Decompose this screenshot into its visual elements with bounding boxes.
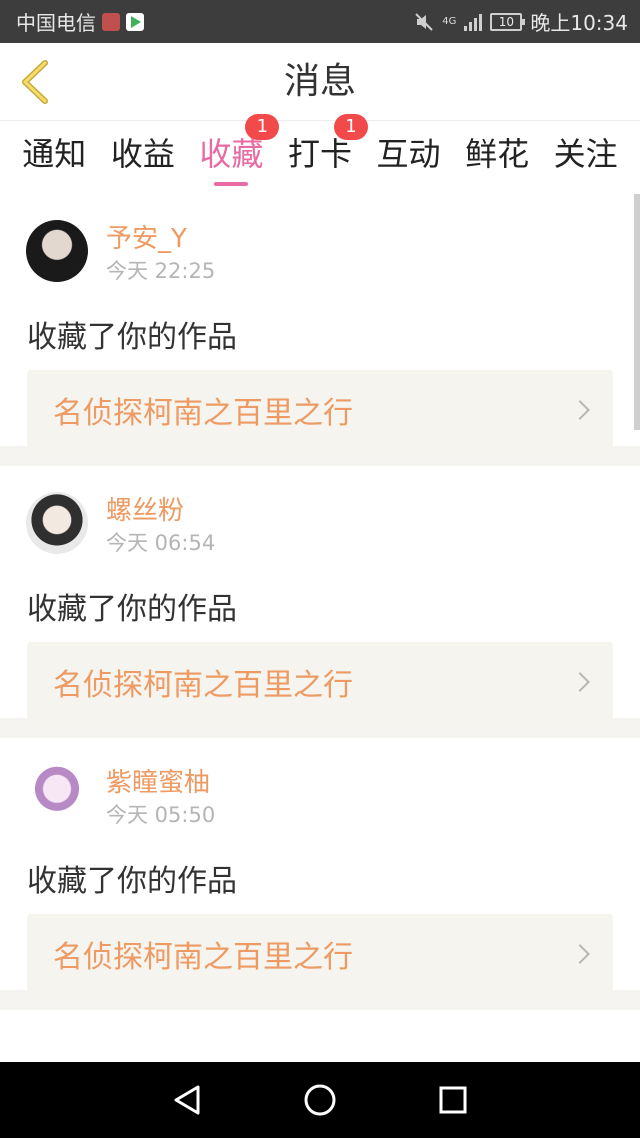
unread-badge: 1 bbox=[333, 114, 368, 140]
list-item: 予安_Y 今天 22:25 收藏了你的作品 名侦探柯南之百里之行 bbox=[0, 194, 640, 466]
active-tab-indicator bbox=[214, 182, 249, 186]
tab-label: 互动 bbox=[376, 135, 441, 173]
work-title: 名侦探柯南之百里之行 bbox=[53, 668, 353, 703]
page-title: 消息 bbox=[283, 61, 356, 102]
user-row: 螺丝粉 今天 06:54 bbox=[26, 492, 215, 558]
tab-label: 鲜花 bbox=[465, 135, 530, 173]
status-bar: 中国电信 4G 10 晚上10:34 bbox=[0, 0, 640, 43]
nav-recent-button[interactable] bbox=[433, 1080, 473, 1120]
app-notification-icon bbox=[102, 12, 120, 31]
work-link[interactable]: 名侦探柯南之百里之行 bbox=[27, 642, 613, 722]
tab-favorites[interactable]: 收藏 1 bbox=[193, 114, 280, 190]
battery-icon: 10 bbox=[490, 12, 526, 31]
message-tabs: 通知 收益 收藏 1 打卡 1 互动 鲜花 关注 bbox=[0, 114, 640, 190]
avatar[interactable] bbox=[26, 764, 88, 826]
timestamp: 今天 22:25 bbox=[106, 259, 216, 283]
avatar[interactable] bbox=[26, 220, 88, 282]
network-type-label: 4G bbox=[442, 15, 457, 27]
nav-back-button[interactable] bbox=[167, 1080, 207, 1120]
tab-flowers[interactable]: 鲜花 bbox=[459, 122, 535, 190]
square-recent-icon bbox=[439, 1086, 467, 1114]
tab-interaction[interactable]: 互动 bbox=[371, 122, 447, 190]
status-right: 4G 10 晚上10:34 bbox=[414, 7, 628, 36]
tab-notice[interactable]: 通知 bbox=[16, 122, 92, 190]
user-name[interactable]: 紫瞳蜜柚 bbox=[106, 766, 215, 800]
action-text: 收藏了你的作品 bbox=[27, 320, 237, 355]
chevron-right-icon bbox=[570, 672, 590, 692]
user-meta: 予安_Y 今天 22:25 bbox=[106, 220, 215, 286]
tab-follow[interactable]: 关注 bbox=[548, 122, 624, 190]
action-text: 收藏了你的作品 bbox=[27, 864, 237, 899]
list-item: 螺丝粉 今天 06:54 收藏了你的作品 名侦探柯南之百里之行 bbox=[0, 466, 640, 738]
tab-label: 收益 bbox=[110, 135, 175, 173]
tab-earnings[interactable]: 收益 bbox=[105, 122, 181, 190]
app-header: 消息 bbox=[0, 43, 640, 121]
favorites-feed: 予安_Y 今天 22:25 收藏了你的作品 名侦探柯南之百里之行 螺丝粉 今天 … bbox=[0, 194, 640, 1010]
nav-home-button[interactable] bbox=[300, 1080, 340, 1120]
action-text: 收藏了你的作品 bbox=[27, 592, 237, 627]
carrier-label: 中国电信 bbox=[16, 11, 96, 35]
work-title: 名侦探柯南之百里之行 bbox=[53, 940, 353, 975]
clock-label: 晚上10:34 bbox=[530, 11, 628, 35]
user-row: 紫瞳蜜柚 今天 05:50 bbox=[26, 764, 215, 830]
user-row: 予安_Y 今天 22:25 bbox=[26, 220, 215, 286]
signal-icon bbox=[464, 13, 483, 31]
chevron-right-icon bbox=[570, 400, 590, 420]
timestamp: 今天 05:50 bbox=[106, 803, 216, 827]
user-meta: 紫瞳蜜柚 今天 05:50 bbox=[106, 764, 215, 830]
work-link[interactable]: 名侦探柯南之百里之行 bbox=[27, 914, 613, 994]
triangle-back-icon bbox=[174, 1085, 200, 1115]
tab-label: 收藏 bbox=[199, 135, 264, 173]
circle-home-icon bbox=[304, 1084, 336, 1116]
timestamp: 今天 06:54 bbox=[106, 531, 216, 555]
tab-label: 关注 bbox=[553, 135, 618, 173]
user-name[interactable]: 予安_Y bbox=[106, 222, 215, 256]
status-left: 中国电信 bbox=[16, 7, 144, 36]
system-nav-bar bbox=[0, 1062, 640, 1138]
tab-checkin[interactable]: 打卡 1 bbox=[282, 114, 368, 190]
user-meta: 螺丝粉 今天 06:54 bbox=[106, 492, 215, 558]
user-name[interactable]: 螺丝粉 bbox=[106, 494, 215, 528]
mute-icon bbox=[415, 12, 433, 31]
list-item: 紫瞳蜜柚 今天 05:50 收藏了你的作品 名侦探柯南之百里之行 bbox=[0, 738, 640, 1010]
play-store-icon bbox=[126, 12, 144, 31]
tab-label: 打卡 bbox=[287, 135, 352, 173]
scrollbar[interactable] bbox=[634, 194, 640, 430]
work-title: 名侦探柯南之百里之行 bbox=[53, 396, 353, 431]
tab-label: 通知 bbox=[22, 135, 87, 173]
unread-badge: 1 bbox=[245, 114, 280, 140]
chevron-right-icon bbox=[570, 944, 590, 964]
work-link[interactable]: 名侦探柯南之百里之行 bbox=[27, 370, 613, 450]
avatar[interactable] bbox=[26, 492, 88, 554]
